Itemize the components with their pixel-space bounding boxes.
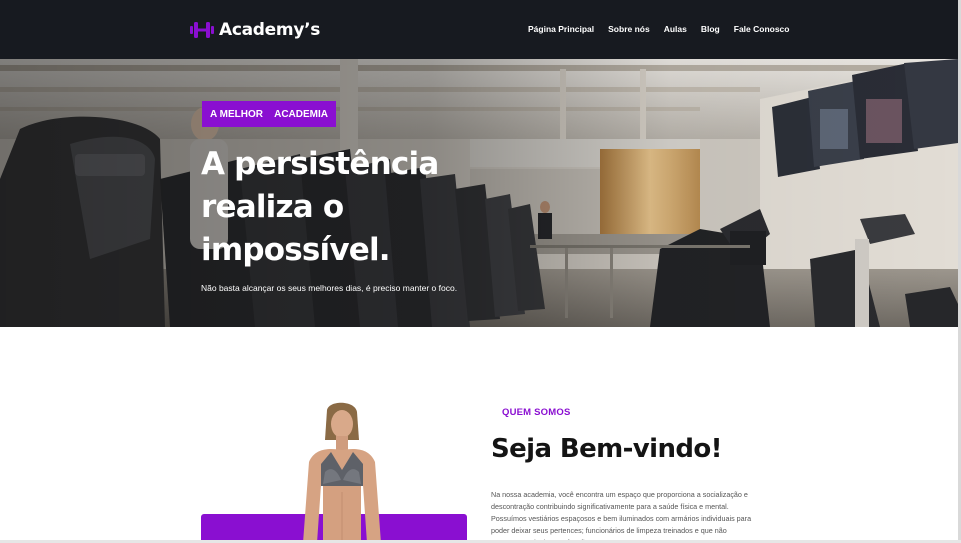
hero-title: A persistência realiza o impossível.: [201, 146, 439, 268]
hero-badge-right: ACADEMIA: [274, 108, 328, 120]
hero-badge-gap: [263, 109, 274, 120]
brand-name: Academy’s: [219, 20, 321, 40]
navbar: Academy’s Página Principal Sobre nós Aul…: [0, 0, 958, 59]
hero-subtitle: Não basta alcançar os seus melhores dias…: [201, 283, 458, 293]
logo[interactable]: Academy’s: [190, 19, 320, 41]
nav-link-blog[interactable]: Blog: [701, 24, 720, 34]
main-nav: Página Principal Sobre nós Aulas Blog Fa…: [528, 24, 803, 34]
hero-badge-left: A MELHOR: [210, 108, 263, 120]
nav-link-about[interactable]: Sobre nós: [608, 24, 650, 34]
nav-link-contact[interactable]: Fale Conosco: [734, 24, 790, 34]
hero-badge: A MELHOR ACADEMIA: [202, 101, 336, 127]
about-title: Seja Bem-vindo!: [491, 434, 723, 464]
nav-link-home[interactable]: Página Principal: [528, 24, 594, 34]
woman-athlete-photo: [303, 402, 381, 543]
nav-link-classes[interactable]: Aulas: [664, 24, 687, 34]
about-eyebrow: QUEM SOMOS: [502, 407, 571, 418]
about-image-block: [201, 400, 467, 543]
about-text: Na nossa academia, você encontra um espa…: [491, 490, 752, 543]
hero-section: A MELHOR ACADEMIA A persistência realiza…: [0, 59, 958, 327]
dumbbell-icon: [190, 22, 214, 38]
